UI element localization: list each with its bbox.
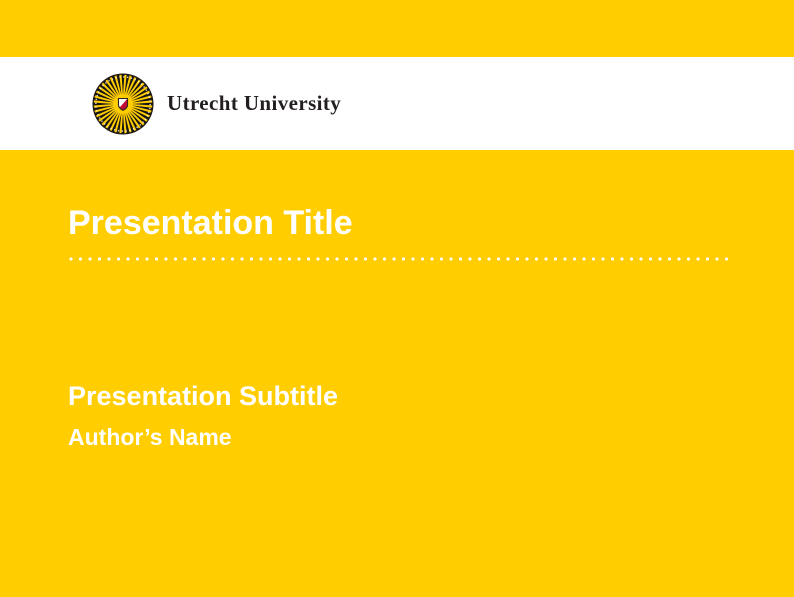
slide-body: Presentation Title Presentation Subtitle… xyxy=(0,150,794,597)
top-accent-bar xyxy=(0,0,794,57)
shield-icon xyxy=(118,98,127,110)
dotted-divider xyxy=(68,256,730,262)
presentation-subtitle: Presentation Subtitle xyxy=(68,380,730,412)
title-slide: Utrecht University Presentation Title Pr… xyxy=(0,0,794,597)
presentation-title: Presentation Title xyxy=(68,203,730,244)
logo-band: Utrecht University xyxy=(0,57,794,150)
author-name: Author’s Name xyxy=(68,424,730,452)
utrecht-university-seal-icon xyxy=(92,73,154,135)
logo-wordmark: Utrecht University xyxy=(167,91,341,116)
